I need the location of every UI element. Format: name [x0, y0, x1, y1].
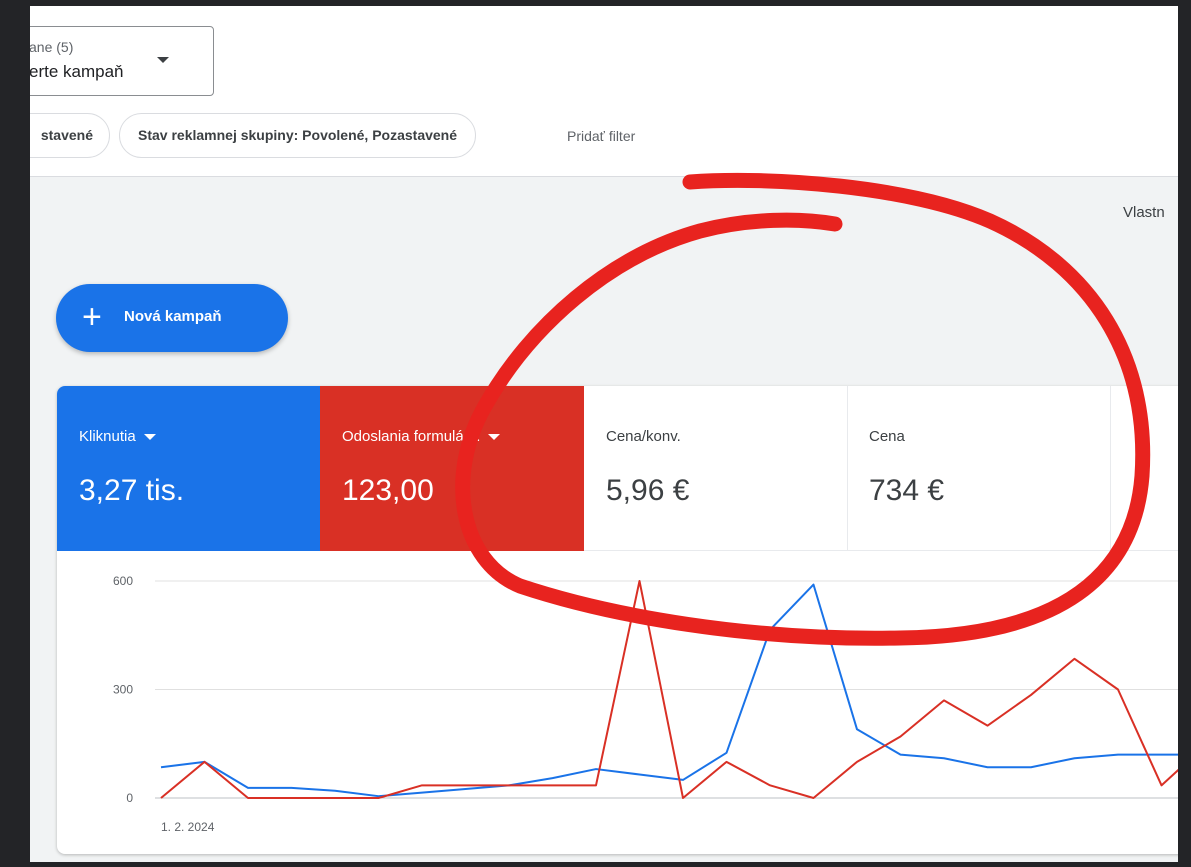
campaign-select-label: ane (5) [30, 39, 74, 55]
new-campaign-button[interactable]: + Nová kampaň [56, 284, 288, 352]
custom-columns-link[interactable]: Vlastn [1123, 204, 1165, 221]
performance-chart: 600 300 0 1. 2. 2024 [113, 574, 1178, 834]
campaign-select[interactable]: ane (5) erte kampaň [30, 26, 214, 96]
new-campaign-label: Nová kampaň [124, 308, 222, 325]
series-line-clicks [160, 583, 1178, 798]
performance-card: Kliknutia 3,27 tis. Odoslania formulár..… [57, 386, 1178, 854]
y-tick-label: 0 [126, 791, 133, 805]
google-ads-window: ane (5) erte kampaň stavené Stav reklamn… [30, 6, 1178, 862]
plus-icon: + [82, 298, 102, 336]
filter-chip-ad-group-status[interactable]: Stav reklamnej skupiny: Povolené, Pozast… [119, 113, 477, 158]
campaign-select-value: erte kampaň [30, 62, 124, 81]
filter-chip-campaign-status[interactable]: stavené [30, 113, 110, 158]
chevron-down-icon [157, 57, 169, 63]
x-tick-label: 1. 2. 2024 [161, 820, 215, 834]
y-tick-label: 600 [113, 574, 133, 588]
y-tick-label: 300 [113, 683, 133, 697]
add-filter-link[interactable]: Pridať filter [567, 128, 635, 144]
top-toolbar: ane (5) erte kampaň stavené Stav reklamn… [30, 6, 1178, 177]
